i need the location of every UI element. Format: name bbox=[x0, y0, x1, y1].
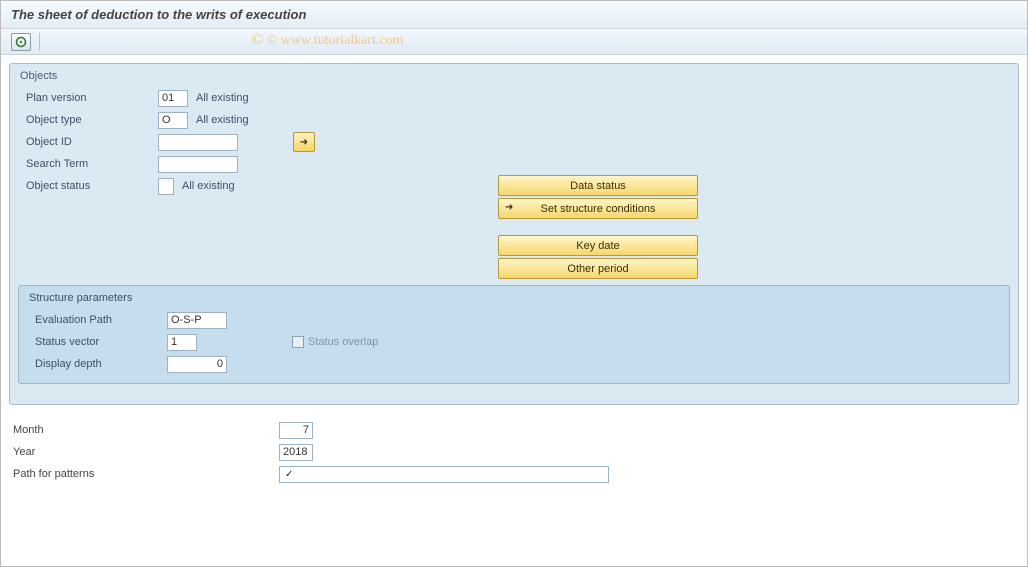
objects-panel: Objects Plan version All existing Object… bbox=[9, 63, 1019, 405]
object-status-label: Object status bbox=[18, 180, 158, 192]
other-period-button[interactable]: Other period bbox=[498, 258, 698, 279]
multiple-selection-button[interactable]: ➜ bbox=[293, 132, 315, 152]
set-structure-conditions-button[interactable]: ➜ Set structure conditions bbox=[498, 198, 698, 219]
plan-version-desc: All existing bbox=[196, 92, 249, 104]
display-depth-input[interactable] bbox=[167, 356, 227, 373]
object-id-input[interactable] bbox=[158, 134, 238, 151]
plan-version-input[interactable] bbox=[158, 90, 188, 107]
plan-version-label: Plan version bbox=[18, 92, 158, 104]
watermark-text: © www.tutorialkart.com bbox=[267, 33, 404, 48]
toolbar-separator bbox=[39, 33, 40, 51]
watermark: © © www.tutorialkart.com bbox=[251, 31, 404, 49]
status-overlap-checkbox[interactable] bbox=[292, 336, 304, 348]
arrow-right-icon: ➜ bbox=[300, 137, 308, 148]
structure-parameters-panel: Structure parameters Evaluation Path Sta… bbox=[18, 285, 1010, 384]
month-input[interactable] bbox=[279, 422, 313, 439]
data-status-label: Data status bbox=[570, 180, 626, 192]
execute-button[interactable] bbox=[11, 33, 31, 51]
key-date-label: Key date bbox=[576, 240, 619, 252]
month-label: Month bbox=[9, 424, 279, 436]
year-input[interactable] bbox=[279, 444, 313, 461]
set-structure-conditions-label: Set structure conditions bbox=[541, 203, 656, 215]
object-type-input[interactable] bbox=[158, 112, 188, 129]
page-title: The sheet of deduction to the writs of e… bbox=[1, 1, 1027, 29]
evaluation-path-input[interactable] bbox=[167, 312, 227, 329]
year-label: Year bbox=[9, 446, 279, 458]
display-depth-label: Display depth bbox=[27, 358, 167, 370]
object-status-input[interactable] bbox=[158, 178, 174, 195]
status-vector-label: Status vector bbox=[27, 336, 167, 348]
check-icon: ✓ bbox=[283, 469, 293, 480]
object-type-label: Object type bbox=[18, 114, 158, 126]
object-status-desc: All existing bbox=[182, 180, 235, 192]
path-for-patterns-label: Path for patterns bbox=[9, 468, 279, 480]
arrow-right-icon: ➜ bbox=[505, 202, 513, 213]
search-term-label: Search Term bbox=[18, 158, 158, 170]
search-term-input[interactable] bbox=[158, 156, 238, 173]
object-id-label: Object ID bbox=[18, 136, 158, 148]
status-overlap-label: Status overlap bbox=[308, 336, 378, 348]
data-status-button[interactable]: Data status bbox=[498, 175, 698, 196]
path-for-patterns-input[interactable]: ✓ bbox=[279, 466, 609, 483]
structure-parameters-title: Structure parameters bbox=[27, 290, 1001, 309]
objects-panel-title: Objects bbox=[18, 68, 1010, 87]
object-type-desc: All existing bbox=[196, 114, 249, 126]
key-date-button[interactable]: Key date bbox=[498, 235, 698, 256]
toolbar: © © www.tutorialkart.com bbox=[1, 29, 1027, 55]
other-period-label: Other period bbox=[567, 263, 628, 275]
evaluation-path-label: Evaluation Path bbox=[27, 314, 167, 326]
status-vector-input[interactable] bbox=[167, 334, 197, 351]
